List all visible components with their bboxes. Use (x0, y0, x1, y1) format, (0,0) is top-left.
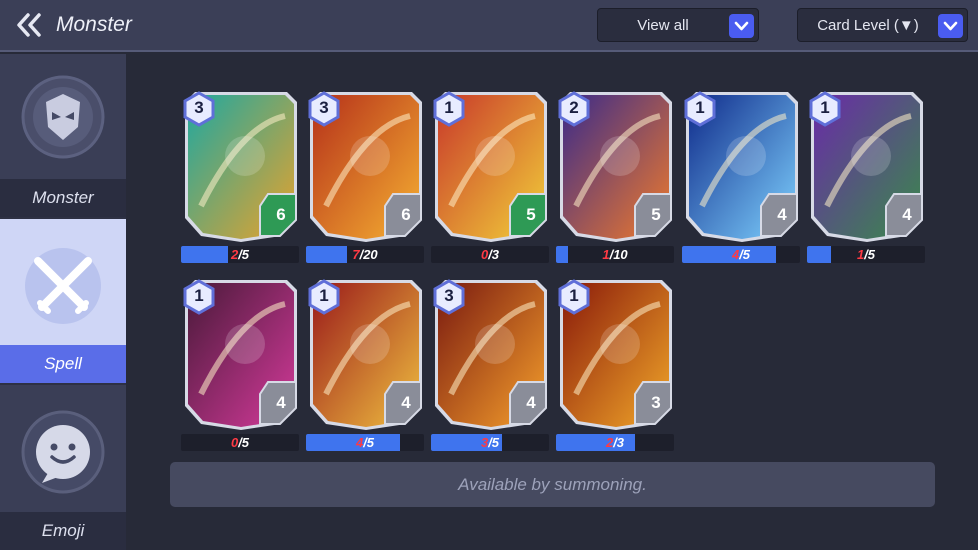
view-filter-dropdown[interactable]: View all (597, 8, 759, 42)
progress-total: /10 (609, 247, 628, 262)
category-sidebar: Monster Spell Emoji (0, 54, 126, 550)
progress-total: /3 (488, 247, 500, 262)
spell-card[interactable]: 1 4 4/5 (306, 274, 426, 454)
page-title: Monster (56, 13, 132, 36)
view-filter-label: View all (637, 17, 689, 34)
progress-total: /3 (613, 435, 625, 450)
progress-text: 2/3 (556, 435, 674, 450)
chevron-down-icon[interactable] (729, 14, 754, 38)
card-level: 2 (569, 98, 579, 117)
top-bar: Monster View all Card Level (▼) (0, 0, 978, 52)
spell-card-grid: Available by summoning. 3 6 2/5 3 6 7/20 1 5 0/3… (126, 54, 978, 550)
progress-current: 1 (602, 247, 610, 262)
progress-total: /5 (739, 247, 751, 262)
spell-card[interactable]: 3 6 2/5 (181, 86, 301, 266)
card-cost: 4 (777, 205, 787, 224)
progress-text: 3/5 (431, 435, 549, 450)
card-cost: 4 (276, 393, 286, 412)
progress-text: 0/3 (431, 247, 549, 262)
card-level: 3 (319, 98, 329, 117)
crossed-swords-icon (25, 248, 101, 324)
spell-card[interactable]: 1 4 0/5 (181, 274, 301, 454)
back-chevron-icon[interactable] (14, 10, 44, 40)
spell-card[interactable]: 3 4 3/5 (431, 274, 551, 454)
card-progress-bar: 2/5 (181, 246, 299, 263)
card-level: 1 (695, 98, 705, 117)
spell-card[interactable]: 2 5 1/10 (556, 86, 676, 266)
progress-total: /20 (359, 247, 378, 262)
card-cost: 5 (526, 205, 536, 224)
tab-monster-label: Monster (32, 188, 94, 207)
progress-text: 1/10 (556, 247, 674, 262)
summon-notice-bar: Available by summoning. (170, 462, 935, 507)
card-progress-bar: 1/10 (556, 246, 674, 263)
spell-card[interactable]: 1 5 0/3 (431, 86, 551, 266)
card-progress-bar: 4/5 (682, 246, 800, 263)
monster-helmet-icon (21, 75, 105, 159)
progress-total: /5 (238, 435, 250, 450)
card-cost: 6 (401, 205, 411, 224)
summon-notice-text: Available by summoning. (458, 475, 647, 494)
progress-total: /5 (363, 435, 375, 450)
tab-emoji[interactable]: Emoji (0, 385, 126, 550)
tab-emoji-label: Emoji (41, 521, 85, 540)
progress-total: /5 (238, 247, 250, 262)
smiley-emoji-icon (21, 410, 105, 494)
card-progress-bar: 7/20 (306, 246, 424, 263)
card-level: 1 (194, 286, 204, 305)
spell-card[interactable]: 1 3 2/3 (556, 274, 676, 454)
spell-card[interactable]: 1 4 4/5 (682, 86, 802, 266)
card-cost: 5 (651, 205, 661, 224)
card-progress-bar: 1/5 (807, 246, 925, 263)
progress-text: 1/5 (807, 247, 925, 262)
progress-text: 0/5 (181, 435, 299, 450)
progress-text: 4/5 (682, 247, 800, 262)
progress-current: 7 (352, 247, 360, 262)
card-cost: 4 (401, 393, 411, 412)
card-progress-bar: 4/5 (306, 434, 424, 451)
sort-dropdown[interactable]: Card Level (▼) (797, 8, 968, 42)
card-level: 1 (820, 98, 830, 117)
card-level: 3 (444, 286, 454, 305)
card-progress-bar: 2/3 (556, 434, 674, 451)
card-level: 1 (319, 286, 329, 305)
card-cost: 3 (651, 393, 661, 412)
card-cost: 4 (526, 393, 536, 412)
chevron-down-icon[interactable] (938, 14, 963, 38)
card-progress-bar: 0/3 (431, 246, 549, 263)
progress-total: /5 (864, 247, 876, 262)
tab-monster[interactable]: Monster (0, 54, 126, 217)
progress-text: 4/5 (306, 435, 424, 450)
sort-label: Card Level (▼) (817, 17, 919, 34)
card-progress-bar: 3/5 (431, 434, 549, 451)
card-level: 1 (444, 98, 454, 117)
spell-collection-screen: Monster View all Card Level (▼) Monster (0, 0, 978, 550)
tab-spell[interactable]: Spell (0, 219, 126, 383)
tab-spell-label: Spell (44, 354, 82, 373)
spell-card[interactable]: 1 4 1/5 (807, 86, 927, 266)
progress-text: 2/5 (181, 247, 299, 262)
spell-card[interactable]: 3 6 7/20 (306, 86, 426, 266)
progress-text: 7/20 (306, 247, 424, 262)
card-level: 1 (569, 286, 579, 305)
card-cost: 6 (276, 205, 286, 224)
card-level: 3 (194, 98, 204, 117)
card-progress-bar: 0/5 (181, 434, 299, 451)
card-cost: 4 (902, 205, 912, 224)
progress-total: /5 (488, 435, 500, 450)
